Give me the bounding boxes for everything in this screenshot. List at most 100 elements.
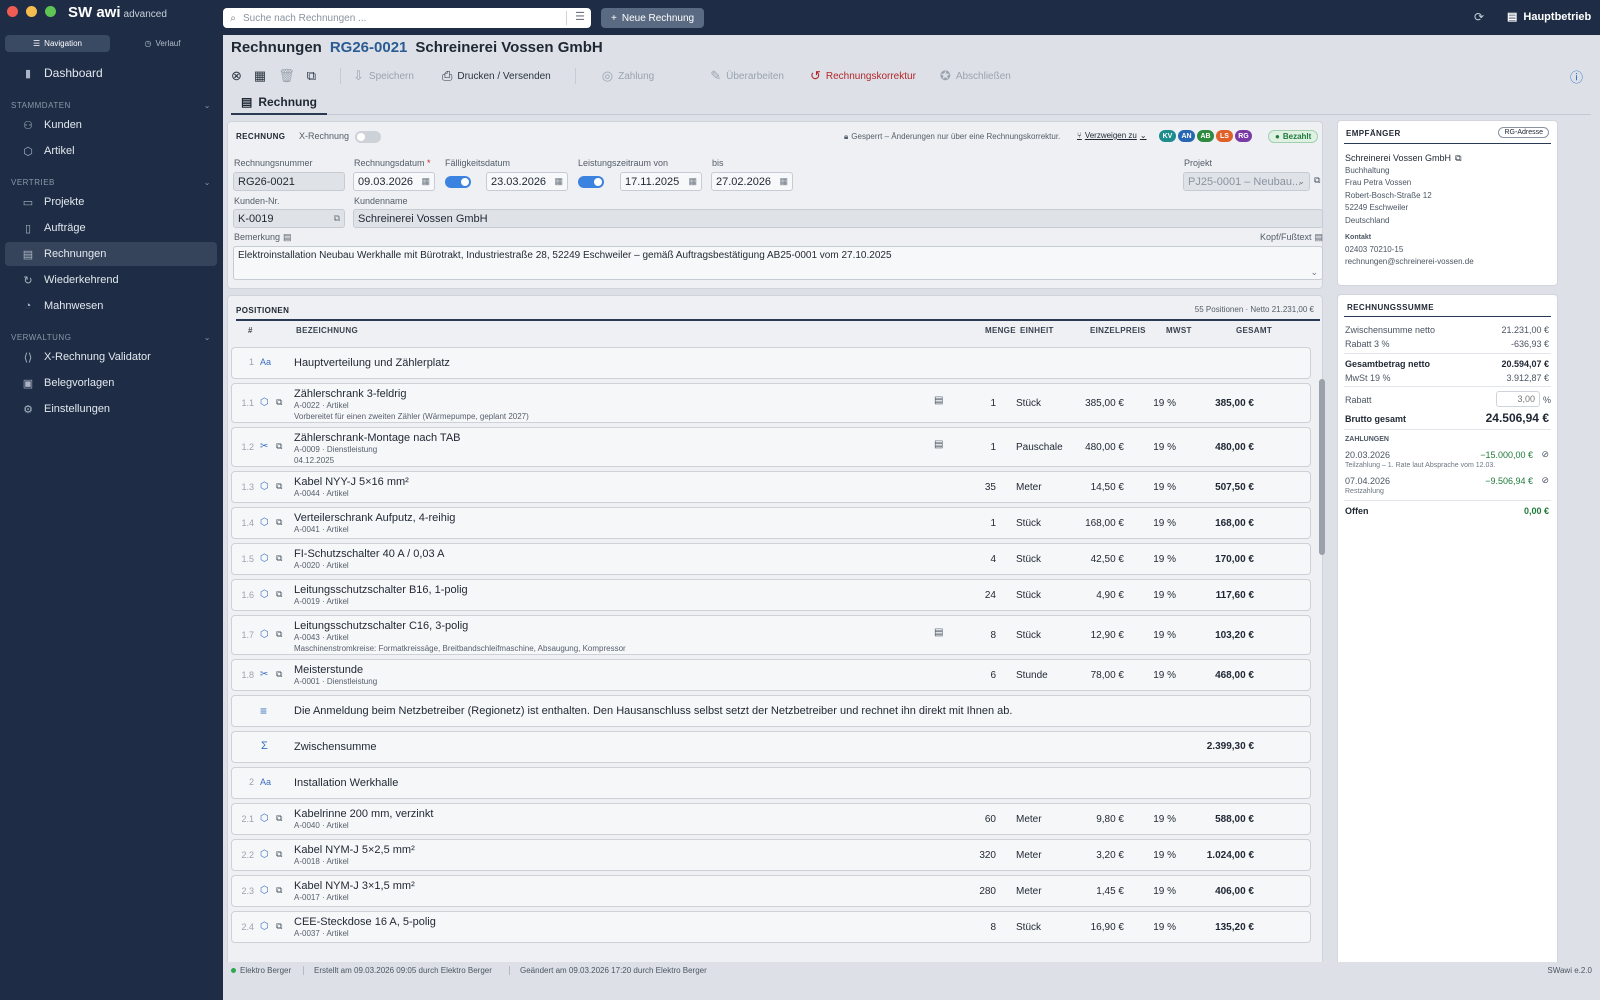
sidebar-item-auftraege[interactable]: ▯ Aufträge (5, 216, 217, 240)
chevron-down-icon[interactable]: ⌄ (1310, 267, 1318, 278)
filter-menu-icon[interactable]: ☰ (575, 10, 585, 23)
table-row[interactable]: 1.5 ⬡ ⧉ FI-Schutzschalter 40 A / 0,03 A A-00… (231, 543, 1311, 575)
table-row[interactable]: 2.2 ⬡ ⧉ Kabel NYM-J 5×2,5 mm² A-0018 · Artik… (231, 839, 1311, 871)
tab-navigation[interactable]: ☰ Navigation (5, 35, 110, 52)
print-send-button[interactable]: ⎙ Drucken / Versenden (442, 68, 551, 84)
calendar-icon[interactable]: ▦ (554, 176, 563, 187)
remark-textarea[interactable]: Elektroinstallation Neubau Werkhalle mit… (233, 246, 1323, 280)
sync-icon[interactable]: ⟳ (1474, 10, 1484, 24)
contact-email[interactable]: rechnungen@schreinerei-vossen.de (1345, 257, 1474, 266)
table-view-button[interactable]: ▦ (254, 68, 266, 84)
calendar-icon[interactable]: ▦ (688, 176, 697, 187)
table-row[interactable]: 1.6 ⬡ ⧉ Leitungsschutzschalter B16, 1-polig… (231, 579, 1311, 611)
sidebar-item-xrechnung-validator[interactable]: ⟨⟩ X-Rechnung Validator (5, 345, 217, 369)
open-item-icon[interactable]: ⧉ (276, 589, 282, 600)
invoice-number-field[interactable]: RG26-0021 (233, 172, 345, 191)
contact-phone[interactable]: 02403 70210-15 (1345, 245, 1403, 254)
calendar-icon[interactable]: ▦ (421, 176, 430, 187)
header-footer-link[interactable]: Kopf/Fußtext ▤ (1260, 232, 1323, 243)
breadcrumb-rechnungen[interactable]: Rechnungen (231, 39, 322, 56)
rg-address-button[interactable]: RG-Adresse (1498, 127, 1549, 138)
sidebar-item-einstellungen[interactable]: ⚙ Einstellungen (5, 397, 217, 421)
sidebar-item-projekte[interactable]: ▭ Projekte (5, 190, 217, 214)
table-row[interactable]: 1.8 ✂ ⧉ Meisterstunde A-0001 · Dienstleistun… (231, 659, 1311, 691)
positions-scrollbar[interactable] (1319, 379, 1325, 555)
badge-rg[interactable]: RG (1235, 130, 1252, 142)
search-box[interactable]: ⌕ Suche nach Rechnungen ... ☰ (223, 8, 591, 28)
section-vertrieb[interactable]: VERTRIEB ⌄ (11, 178, 211, 187)
close-window-button[interactable] (7, 6, 18, 17)
branch-dropdown[interactable]: ⑂ Verzweigen zu ⌄ (1077, 131, 1147, 140)
sidebar-item-mahnwesen[interactable]: ◔ Mahnwesen (5, 294, 217, 318)
payment-status-icon[interactable]: ⊘ (1541, 449, 1549, 460)
table-row[interactable]: 1.7 ⬡ ⧉ Leitungsschutzschalter C16, 3-polig… (231, 615, 1311, 655)
due-date-field[interactable]: 23.03.2026 ▦ (486, 172, 568, 191)
table-row[interactable]: 2.4 ⬡ ⧉ CEE-Steckdose 16 A, 5-polig A-0037 ·… (231, 911, 1311, 943)
subtotal-row[interactable]: Σ Zwischensumme 2.399,30 € (231, 731, 1311, 763)
new-invoice-button[interactable]: + Neue Rechnung (601, 8, 705, 28)
cancel-button[interactable]: ⊗ (231, 68, 242, 84)
open-item-icon[interactable]: ⧉ (276, 517, 282, 528)
table-row[interactable]: 1.1 ⬡ ⧉ Zählerschrank 3-feldrig A-0022 · Art… (231, 383, 1311, 423)
open-item-icon[interactable]: ⧉ (276, 441, 282, 452)
open-item-icon[interactable]: ⧉ (276, 849, 282, 860)
group-row[interactable]: 1 Aa Hauptverteilung und Zählerplatz (231, 347, 1311, 379)
period-from-field[interactable]: 17.11.2025 ▦ (620, 172, 702, 191)
save-button[interactable]: ⇩ Speichern (353, 68, 414, 84)
correction-button[interactable]: ↺ Rechnungskorrektur (810, 68, 916, 84)
tab-history[interactable]: ◷ Verlauf (110, 35, 215, 52)
table-row[interactable]: 2.1 ⬡ ⧉ Kabelrinne 200 mm, verzinkt A-0040 ·… (231, 803, 1311, 835)
delete-button[interactable]: 🗑︎ (278, 68, 295, 84)
project-select[interactable]: PJ25-0001 – Neubau... ⌄ (1183, 172, 1310, 191)
period-toggle[interactable] (578, 176, 604, 188)
table-row[interactable]: 1.2 ✂ ⧉ Zählerschrank-Montage nach TAB A-000… (231, 427, 1311, 467)
period-to-field[interactable]: 27.02.2026 ▦ (711, 172, 793, 191)
open-customer-icon[interactable]: ⧉ (334, 213, 340, 224)
customer-no-field[interactable]: K-0019 ⧉ (233, 209, 345, 228)
badge-kv[interactable]: KV (1159, 130, 1176, 142)
payment-button[interactable]: ◎ Zahlung (602, 68, 654, 84)
open-item-icon[interactable]: ⧉ (276, 553, 282, 564)
sidebar-item-wiederkehrend[interactable]: ↻ Wiederkehrend (5, 268, 217, 292)
open-item-icon[interactable]: ⧉ (276, 813, 282, 824)
badge-ab[interactable]: AB (1197, 130, 1214, 142)
open-item-icon[interactable]: ⧉ (276, 629, 282, 640)
table-row[interactable]: 1.3 ⬡ ⧉ Kabel NYY-J 5×16 mm² A-0044 · Artike… (231, 471, 1311, 503)
minimize-window-button[interactable] (26, 6, 37, 17)
due-date-toggle[interactable] (445, 176, 471, 188)
tab-rechnung[interactable]: ▤ Rechnung (231, 91, 328, 115)
close-invoice-button[interactable]: ✪ Abschließen (940, 68, 1011, 84)
customer-name-field[interactable]: Schreinerei Vossen GmbH (353, 209, 1323, 228)
search-input[interactable]: Suche nach Rechnungen ... (243, 13, 366, 24)
open-project-icon[interactable]: ⧉ (1314, 175, 1320, 186)
group-row[interactable]: 2 Aa Installation Werkhalle (231, 767, 1311, 799)
open-item-icon[interactable]: ⧉ (276, 885, 282, 896)
edit-button[interactable]: ✎ Überarbeiten (710, 68, 784, 84)
help-icon[interactable]: ⓘ (1570, 67, 1583, 86)
open-item-icon[interactable]: ⧉ (276, 481, 282, 492)
external-link-icon[interactable]: ⧉ (1455, 153, 1461, 164)
sidebar-item-artikel[interactable]: ⬡ Artikel (5, 139, 217, 163)
invoice-date-field[interactable]: 09.03.2026 ▦ (353, 172, 435, 191)
badge-ls[interactable]: LS (1216, 130, 1233, 142)
copy-button[interactable]: ⧉ (307, 68, 316, 84)
open-item-icon[interactable]: ⧉ (276, 669, 282, 680)
text-row[interactable]: ≡ Die Anmeldung beim Netzbetreiber (Regio… (231, 695, 1311, 727)
maximize-window-button[interactable] (45, 6, 56, 17)
section-stammdaten[interactable]: STAMMDATEN ⌄ (11, 101, 211, 110)
location-selector[interactable]: ▤ Hauptbetrieb (1507, 10, 1591, 24)
xrechnung-toggle[interactable] (355, 131, 381, 143)
section-verwaltung[interactable]: VERWALTUNG ⌄ (11, 333, 211, 342)
sidebar-item-dashboard[interactable]: ▮ Dashboard (5, 61, 217, 85)
sidebar-item-belegvorlagen[interactable]: ▣ Belegvorlagen (5, 371, 217, 395)
sidebar-item-kunden[interactable]: ⚇ Kunden (5, 113, 217, 137)
table-row[interactable]: 2.3 ⬡ ⧉ Kabel NYM-J 3×1,5 mm² A-0017 · Artik… (231, 875, 1311, 907)
rabatt-input[interactable] (1496, 391, 1540, 407)
payment-status-icon[interactable]: ⊘ (1541, 475, 1549, 486)
badge-an[interactable]: AN (1178, 130, 1195, 142)
open-item-icon[interactable]: ⧉ (276, 397, 282, 408)
sidebar-item-rechnungen[interactable]: ▤ Rechnungen (5, 242, 217, 266)
calendar-icon[interactable]: ▦ (779, 176, 788, 187)
open-item-icon[interactable]: ⧉ (276, 921, 282, 932)
table-row[interactable]: 1.4 ⬡ ⧉ Verteilerschrank Aufputz, 4-reihig A… (231, 507, 1311, 539)
